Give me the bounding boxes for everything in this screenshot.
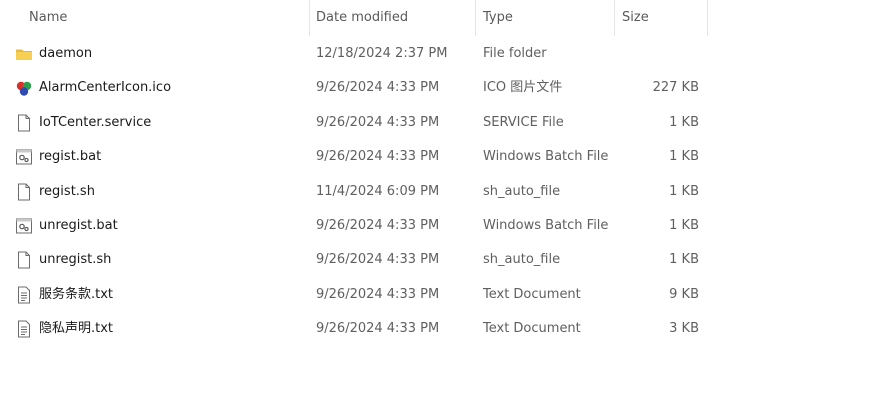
column-header-size-label: Size (622, 10, 649, 25)
file-row[interactable]: unregist.bat 9/26/2024 4:33 PM Windows Bat… (0, 209, 883, 243)
sort-ascending-icon: ^ (160, 0, 170, 8)
file-row[interactable]: daemon 12/18/2024 2:37 PM File folder (0, 37, 883, 71)
file-row[interactable]: regist.sh 11/4/2024 6:09 PM sh_auto_file 1 … (0, 175, 883, 209)
file-type: sh_auto_file (483, 252, 561, 268)
file-size (620, 37, 699, 71)
file-date-modified: 12/18/2024 2:37 PM (316, 46, 448, 61)
folder-icon (15, 45, 33, 63)
file-row[interactable]: IoTCenter.service 9/26/2024 4:33 PM SERVIC… (0, 106, 883, 140)
file-size: 1 KB (669, 114, 699, 130)
text-file-icon (15, 320, 33, 338)
file-list-view: Name ^ Date modified Type Size daemon 12/… (0, 0, 883, 420)
file-size: 9 KB (669, 286, 699, 302)
file-date-modified: 9/26/2024 4:33 PM (316, 80, 440, 96)
file-date-modified: 9/26/2024 4:33 PM (316, 321, 440, 337)
file-date-modified: 11/4/2024 6:09 PM (316, 183, 440, 199)
file-type: SERVICE File (483, 114, 564, 130)
file-date-modified: 9/26/2024 4:33 PM (316, 217, 440, 233)
file-date-modified: 9/26/2024 4:33 PM (316, 114, 440, 130)
column-header-date[interactable]: Date modified (310, 0, 476, 36)
file-size: 1 KB (669, 149, 699, 165)
blank-file-icon (15, 183, 33, 201)
file-type: Text Document (483, 321, 581, 337)
text-file-icon (15, 286, 33, 304)
file-name: regist.bat (39, 149, 102, 165)
file-type: Windows Batch File (483, 149, 609, 165)
file-size: 3 KB (669, 321, 699, 337)
column-header-date-label: Date modified (316, 10, 409, 25)
file-size: 1 KB (669, 252, 699, 268)
column-header-name-label: Name (29, 10, 68, 25)
file-type: sh_auto_file (483, 183, 561, 199)
file-row[interactable]: regist.bat 9/26/2024 4:33 PM Windows Batch… (0, 140, 883, 174)
file-size: 1 KB (669, 183, 699, 199)
column-header-row: Name ^ Date modified Type Size (0, 0, 883, 36)
file-name: 隐私声明.txt (39, 321, 114, 337)
file-row[interactable]: unregist.sh 9/26/2024 4:33 PM sh_auto_file… (0, 243, 883, 277)
column-divider[interactable] (707, 0, 708, 36)
file-date-modified: 9/26/2024 4:33 PM (316, 286, 440, 302)
file-type: File folder (483, 46, 547, 61)
column-header-size[interactable]: Size (615, 0, 708, 36)
file-type: Text Document (483, 286, 581, 302)
file-row[interactable]: 隐私声明.txt 9/26/2024 4:33 PM Text Document 3 … (0, 312, 883, 346)
blank-file-icon (15, 251, 33, 269)
file-size: 227 KB (652, 80, 699, 96)
file-name: unregist.sh (39, 252, 112, 268)
file-name: daemon (39, 46, 93, 61)
file-date-modified: 9/26/2024 4:33 PM (316, 252, 440, 268)
file-type: Windows Batch File (483, 217, 609, 233)
column-header-type[interactable]: Type (476, 0, 615, 36)
file-date-modified: 9/26/2024 4:33 PM (316, 149, 440, 165)
column-header-type-label: Type (483, 10, 513, 25)
file-name: AlarmCenterIcon.ico (39, 80, 172, 96)
batch-file-icon (15, 217, 33, 235)
file-row[interactable]: AlarmCenterIcon.ico 9/26/2024 4:33 PM ICO … (0, 71, 883, 105)
blank-file-icon (15, 114, 33, 132)
file-name: regist.sh (39, 183, 95, 199)
ico-image-icon (15, 79, 33, 97)
file-name: 服务条款.txt (39, 286, 114, 302)
file-row[interactable]: 服务条款.txt 9/26/2024 4:33 PM Text Document 9 … (0, 278, 883, 312)
batch-file-icon (15, 148, 33, 166)
file-type: ICO 图片文件 (483, 80, 563, 96)
column-header-name[interactable]: Name ^ (0, 0, 310, 36)
file-rows: daemon 12/18/2024 2:37 PM File folder Alarm… (0, 37, 883, 347)
file-size: 1 KB (669, 217, 699, 233)
file-name: unregist.bat (39, 217, 118, 233)
file-name: IoTCenter.service (39, 114, 152, 130)
